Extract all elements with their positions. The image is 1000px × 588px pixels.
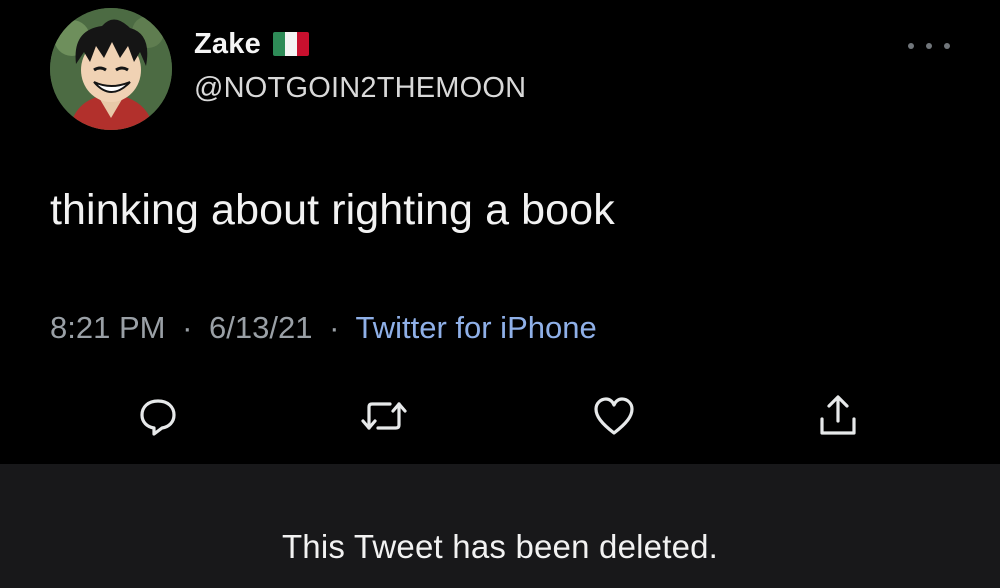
user-name-row[interactable]: Zake bbox=[194, 24, 309, 64]
tweet-date[interactable]: 6/13/21 bbox=[209, 310, 312, 345]
user-handle[interactable]: @NOTGOIN2THEMOON bbox=[194, 72, 526, 105]
retweet-button[interactable] bbox=[356, 388, 412, 444]
meta-separator: · bbox=[182, 310, 193, 345]
tweet-meta: 8:21 PM · 6/13/21 · Twitter for iPhone bbox=[50, 310, 597, 346]
more-options-icon[interactable] bbox=[908, 36, 950, 56]
tweet-source-link[interactable]: Twitter for iPhone bbox=[355, 310, 596, 345]
tweet-actions bbox=[0, 388, 1000, 444]
tweet-card: Zake @NOTGOIN2THEMOON thinking about rig… bbox=[0, 0, 1000, 462]
deleted-tweet-message: This Tweet has been deleted. bbox=[281, 528, 719, 565]
flag-icon bbox=[272, 32, 309, 56]
retweet-icon bbox=[361, 402, 407, 430]
reply-button[interactable] bbox=[130, 388, 186, 444]
display-name[interactable]: Zake bbox=[194, 28, 261, 61]
share-button[interactable] bbox=[810, 388, 866, 444]
share-icon bbox=[820, 395, 856, 435]
like-button[interactable] bbox=[586, 388, 642, 444]
reply-icon bbox=[140, 399, 176, 436]
tweet-text: thinking about righting a book bbox=[50, 186, 615, 234]
heart-icon bbox=[594, 397, 634, 435]
tweet-time[interactable]: 8:21 PM bbox=[50, 310, 165, 345]
deleted-tweet-banner bbox=[0, 464, 1000, 588]
profile-avatar-icon[interactable] bbox=[50, 8, 172, 130]
meta-separator: · bbox=[329, 310, 340, 345]
